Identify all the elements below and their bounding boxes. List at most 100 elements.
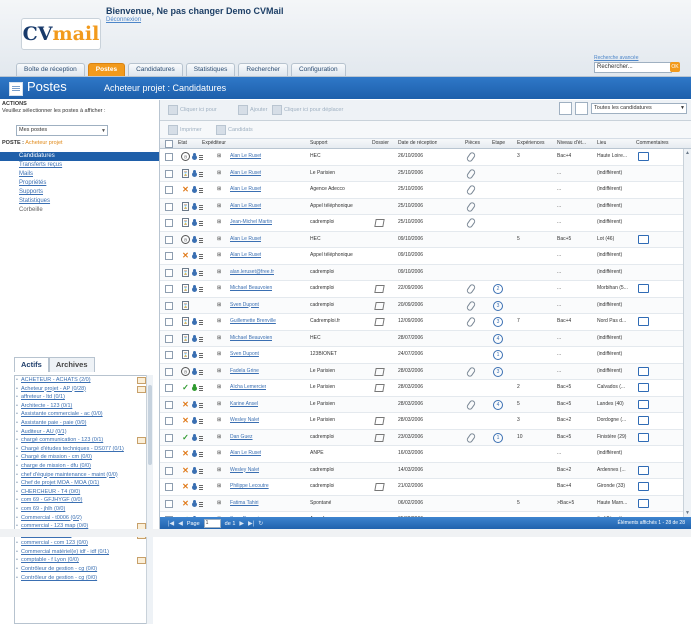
sender-link[interactable]: Alan Le Ruset <box>230 248 261 263</box>
table-row[interactable]: ◷ ⊞ Fadela Grine Le Parisien 28/03/2006 3... (… <box>160 363 683 380</box>
row-checkbox[interactable] <box>165 433 173 442</box>
comment-icon[interactable] <box>638 234 649 244</box>
attachment-icon[interactable] <box>465 167 477 180</box>
table-row[interactable]: ⌛ ⊞ Alan Le Ruset Appel téléphonique 25/10/2… <box>160 198 683 215</box>
mail-icon[interactable]: ⊞ <box>217 149 221 164</box>
row-checkbox[interactable] <box>165 367 173 376</box>
sender-link[interactable]: Michael Beauvoien <box>230 281 272 296</box>
attachment-icon[interactable] <box>465 217 477 229</box>
column-header[interactable]: Lieu <box>597 139 606 148</box>
mail-icon[interactable]: ⊞ <box>217 463 221 478</box>
view-icon-button[interactable] <box>559 102 572 115</box>
table-row[interactable]: ⌛ ⊞ Guillemette Brenville Cadremploi.fr 12/0… <box>160 314 683 331</box>
sender-link[interactable]: Alan Le Ruset <box>230 446 261 461</box>
sender-link[interactable]: Karine Ansel <box>230 397 258 412</box>
mail-icon[interactable]: ⊞ <box>217 347 221 362</box>
table-row[interactable]: ◷ ⊞ Alan Le Ruset HEC 26/10/2006 3 Bac+4 Haute … <box>160 149 683 166</box>
poste-list-item[interactable]: Acheteur projet - AP (0/28) <box>15 385 152 394</box>
row-checkbox[interactable] <box>165 351 173 359</box>
sidebar-item[interactable]: Mails <box>0 170 159 179</box>
tab-2[interactable]: Candidatures <box>128 63 183 76</box>
poste-list-item[interactable]: Chargé d'études techniques - DS077 (0/1) <box>15 445 152 454</box>
table-row[interactable]: ✕ ⊞ Fatima Tahiri Spontané 06/02/2006 5 >Bac+5… <box>160 495 683 512</box>
column-header[interactable]: Pièces <box>465 139 480 148</box>
comment-icon[interactable] <box>638 366 649 376</box>
poste-list-item[interactable]: commercial - com 123 (0/0) <box>15 539 152 548</box>
sender-link[interactable]: Sven Dupont <box>230 298 259 313</box>
archive-tab[interactable]: Archives <box>48 357 95 372</box>
column-header[interactable]: Expéditeur <box>202 139 226 148</box>
table-row[interactable]: ⌛ ⊞ alan.leruset@free.fr cadremploi 09/10/20… <box>160 264 683 281</box>
attachment-icon[interactable] <box>465 365 477 378</box>
poste-list-item[interactable]: comptable - f Lyon (0/0) <box>15 556 152 565</box>
disconnect-link[interactable]: Déconnexion <box>106 17 141 23</box>
last-page-icon[interactable]: ▶| <box>248 520 254 527</box>
row-checkbox[interactable] <box>165 285 173 293</box>
table-row[interactable]: ✕ ⊞ Philippe Lecoutre cadremploi 21/02/2006 B… <box>160 479 683 496</box>
table-row[interactable]: ✓ ⊞ Dan Guez cadremploi 23/03/2006 1 10 Bac+5 Fi… <box>160 429 683 446</box>
attachment-icon[interactable] <box>465 299 477 312</box>
sender-link[interactable]: Alan Le Ruset <box>230 166 261 181</box>
row-checkbox[interactable] <box>165 417 173 425</box>
attachment-icon[interactable] <box>465 283 477 295</box>
comment-icon[interactable] <box>638 399 649 409</box>
poste-list-item[interactable]: ACHETEUR - ACHATS (2/0) <box>15 376 152 385</box>
mail-icon[interactable]: ⊞ <box>217 248 221 263</box>
sidebar-item[interactable]: Statistiques <box>0 197 159 206</box>
sender-link[interactable]: Michael Beauvoien <box>230 331 272 346</box>
note-icon[interactable] <box>137 377 146 384</box>
column-header[interactable]: Date de réception <box>398 139 437 148</box>
dossier-icon[interactable] <box>374 367 385 376</box>
table-row[interactable]: ✕ ⊞ Karine Ansel Le Parisien 28/03/2006 4 5 Bac… <box>160 396 683 413</box>
poste-list-item[interactable]: CHERCHEUR - T4 (0/0) <box>15 488 152 497</box>
mail-icon[interactable]: ⊞ <box>217 265 221 280</box>
column-header[interactable]: Niveau d'ét... <box>557 139 586 148</box>
table-row[interactable]: ✕ ⊞ Alan Le Ruset Agence Adecco 25/10/2006..… <box>160 182 683 199</box>
mail-icon[interactable]: ⊞ <box>217 331 221 346</box>
scroll-thumb[interactable] <box>148 385 152 465</box>
tab-0[interactable]: Boîte de réception <box>16 63 85 76</box>
mail-icon[interactable]: ⊞ <box>217 166 221 181</box>
mail-icon[interactable]: ⊞ <box>217 281 221 296</box>
sender-link[interactable]: Wesley Nalet <box>230 413 259 428</box>
poste-list-item[interactable]: Assistante paie - paie (0/0) <box>15 419 152 428</box>
dossier-icon[interactable] <box>374 384 385 392</box>
dossier-icon[interactable] <box>374 483 385 491</box>
sender-link[interactable]: Jean-Michel Martin <box>230 215 272 230</box>
row-checkbox[interactable] <box>165 334 173 343</box>
transfer-button[interactable]: Cliquer ici pour déplacer <box>272 105 343 115</box>
comment-icon[interactable] <box>638 465 649 475</box>
attachment-icon[interactable] <box>465 184 477 196</box>
poste-list-item[interactable]: Commercial - t0006 (0/2) <box>15 514 152 523</box>
note-icon[interactable] <box>137 385 146 393</box>
sender-link[interactable]: Alan Le Ruset <box>230 149 261 164</box>
comment-icon[interactable] <box>638 432 649 442</box>
row-checkbox[interactable] <box>165 169 173 178</box>
search-input[interactable]: Rechercher... <box>594 62 672 73</box>
candidatures-filter-select[interactable]: Toutes les candidatures ▼ <box>591 103 687 114</box>
mail-icon[interactable]: ⊞ <box>217 298 221 313</box>
column-header[interactable]: Dossier <box>372 139 389 148</box>
poste-list-item[interactable]: Chef de projet MOA - MOA (0/1) <box>15 479 152 488</box>
row-checkbox[interactable] <box>165 202 173 211</box>
sender-link[interactable]: Dan Guez <box>230 430 253 445</box>
column-header[interactable]: Commentaires <box>636 139 669 148</box>
mail-icon[interactable]: ⊞ <box>217 199 221 214</box>
row-checkbox[interactable] <box>165 186 173 194</box>
mail-icon[interactable]: ⊞ <box>217 446 221 461</box>
comment-icon[interactable] <box>638 152 649 161</box>
sidebar-item[interactable]: Corbeille <box>0 206 159 215</box>
scroll-down-icon[interactable]: ▼ <box>685 510 690 516</box>
candidates-button[interactable]: Candidats <box>216 125 253 135</box>
table-row[interactable]: ⌛ ⊞ Sven Dupont cadremploi 20/09/2006 3... (in… <box>160 297 683 314</box>
sender-link[interactable]: Philippe Lecoutre <box>230 479 269 494</box>
sender-link[interactable]: Fadela Grine <box>230 364 259 379</box>
row-checkbox[interactable] <box>165 153 173 161</box>
first-page-icon[interactable]: |◀ <box>168 520 174 527</box>
mail-icon[interactable]: ⊞ <box>217 397 221 412</box>
next-page-icon[interactable]: ▶ <box>239 520 244 527</box>
sender-link[interactable]: alan.leruset@free.fr <box>230 265 274 280</box>
comment-icon[interactable] <box>638 284 649 293</box>
note-icon[interactable] <box>137 437 146 445</box>
dossier-icon[interactable] <box>374 417 385 425</box>
